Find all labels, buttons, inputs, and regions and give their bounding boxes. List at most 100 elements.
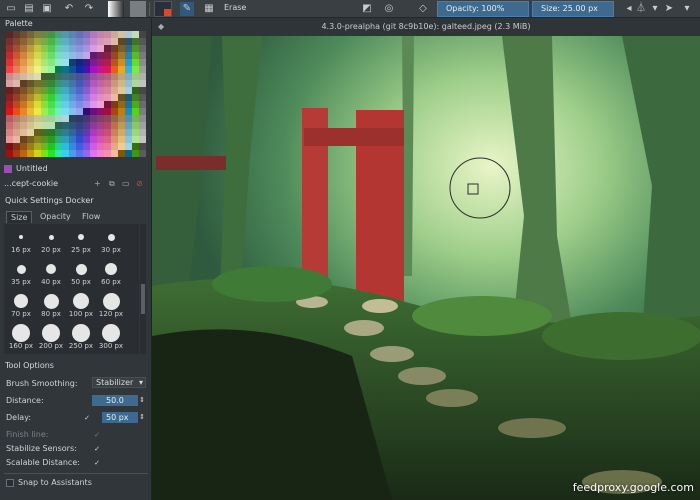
palette-swatch[interactable] [118,122,125,129]
palette-swatch[interactable] [132,94,139,101]
palette-swatch[interactable] [34,87,41,94]
palette-swatch[interactable] [104,66,111,73]
brush-size-preset[interactable]: 20 px [38,228,64,255]
palette-swatch[interactable] [62,115,69,122]
palette-swatch[interactable] [55,94,62,101]
palette-swatch[interactable] [48,108,55,115]
palette-swatch[interactable] [41,101,48,108]
palette-swatch[interactable] [111,115,118,122]
palette-swatch[interactable] [62,80,69,87]
palette-swatch[interactable] [111,80,118,87]
palette-swatch[interactable] [6,45,13,52]
stabilize-sensors-checkbox[interactable]: ✓ [93,445,101,453]
new-document-icon[interactable]: ▭ [4,2,18,16]
palette-swatch[interactable] [27,143,34,150]
palette-swatch[interactable] [104,122,111,129]
palette-swatch[interactable] [97,80,104,87]
document-tab[interactable]: ◆ 4.3.0-prealpha (git 8c9b10e): galteed.… [152,18,700,36]
palette-swatch[interactable] [90,80,97,87]
palette-swatch[interactable] [125,115,132,122]
palette-swatch[interactable] [34,38,41,45]
palette-swatch[interactable] [104,143,111,150]
palette-swatch[interactable] [69,94,76,101]
palette-swatch[interactable] [20,38,27,45]
palette-swatch[interactable] [6,52,13,59]
palette-swatch[interactable] [97,150,104,157]
finish-line-checkbox[interactable]: ✓ [93,431,101,439]
canvas-painting[interactable] [152,36,700,500]
palette-swatch[interactable] [48,45,55,52]
palette-swatch[interactable] [48,122,55,129]
palette-swatch[interactable] [132,80,139,87]
palette-swatch[interactable] [83,31,90,38]
palette-swatch[interactable] [41,80,48,87]
palette-swatch[interactable] [104,52,111,59]
palette-swatch[interactable] [111,31,118,38]
palette-swatch[interactable] [41,52,48,59]
palette-swatch[interactable] [139,129,146,136]
palette-swatch[interactable] [41,45,48,52]
palette-swatch[interactable] [48,52,55,59]
brush-size-preset[interactable]: 300 px [98,324,124,351]
palette-swatch[interactable] [41,136,48,143]
palette-swatch[interactable] [48,59,55,66]
more-icon[interactable]: ▾ [680,2,694,16]
copy-icon[interactable]: ⧉ [109,178,115,190]
palette-swatch[interactable] [83,52,90,59]
brush-size-preset[interactable]: 120 px [98,292,124,319]
snap-to-assistants-checkbox[interactable] [6,479,14,487]
brush-size-preset[interactable]: 80 px [38,292,64,319]
palette-swatch[interactable] [55,143,62,150]
palette-swatch[interactable] [97,73,104,80]
palette-swatch[interactable] [97,122,104,129]
delete-icon[interactable]: ⊘ [136,178,143,190]
brush-size-preset[interactable]: 70 px [8,292,34,319]
palette-swatch[interactable] [48,136,55,143]
palette-swatch[interactable] [62,45,69,52]
palette-swatch[interactable] [83,122,90,129]
palette-swatch[interactable] [111,129,118,136]
palette-swatch[interactable] [111,59,118,66]
palette-swatch[interactable] [104,108,111,115]
palette-swatch[interactable] [125,80,132,87]
palette-swatch[interactable] [48,87,55,94]
palette-swatch[interactable] [125,45,132,52]
palette-swatch[interactable] [69,87,76,94]
palette-swatch[interactable] [118,143,125,150]
palette-swatch[interactable] [97,115,104,122]
palette-swatch[interactable] [27,129,34,136]
palette-swatch[interactable] [118,108,125,115]
palette-swatch[interactable] [132,52,139,59]
save-icon[interactable]: ▣ [40,2,54,16]
tab-flow[interactable]: Flow [78,211,104,223]
palette-swatch[interactable] [104,73,111,80]
palette-swatch[interactable] [132,129,139,136]
palette-swatch[interactable] [62,38,69,45]
distance-spin-icon[interactable]: ⇕ [138,396,146,404]
palette-swatch[interactable] [118,87,125,94]
palette-swatch[interactable] [6,73,13,80]
palette-swatch[interactable] [27,73,34,80]
palette-swatch[interactable] [20,87,27,94]
palette-swatch[interactable] [6,38,13,45]
palette-swatch[interactable] [139,150,146,157]
palette-swatch[interactable] [27,87,34,94]
palette-swatch[interactable] [104,38,111,45]
palette-swatch[interactable] [139,66,146,73]
palette-swatch[interactable] [97,94,104,101]
palette-swatch[interactable] [6,143,13,150]
palette-swatch[interactable] [6,115,13,122]
palette-swatch[interactable] [27,80,34,87]
palette-swatch[interactable] [132,87,139,94]
palette-swatch[interactable] [6,108,13,115]
palette-swatch[interactable] [20,108,27,115]
palette-swatch[interactable] [118,45,125,52]
palette-swatch[interactable] [76,136,83,143]
open-document-icon[interactable]: ▤ [22,2,36,16]
palette-swatch[interactable] [34,108,41,115]
palette-swatch[interactable] [139,73,146,80]
palette-swatch[interactable] [83,80,90,87]
palette-swatch[interactable] [132,59,139,66]
palette-swatch[interactable] [41,94,48,101]
palette-swatch[interactable] [55,59,62,66]
